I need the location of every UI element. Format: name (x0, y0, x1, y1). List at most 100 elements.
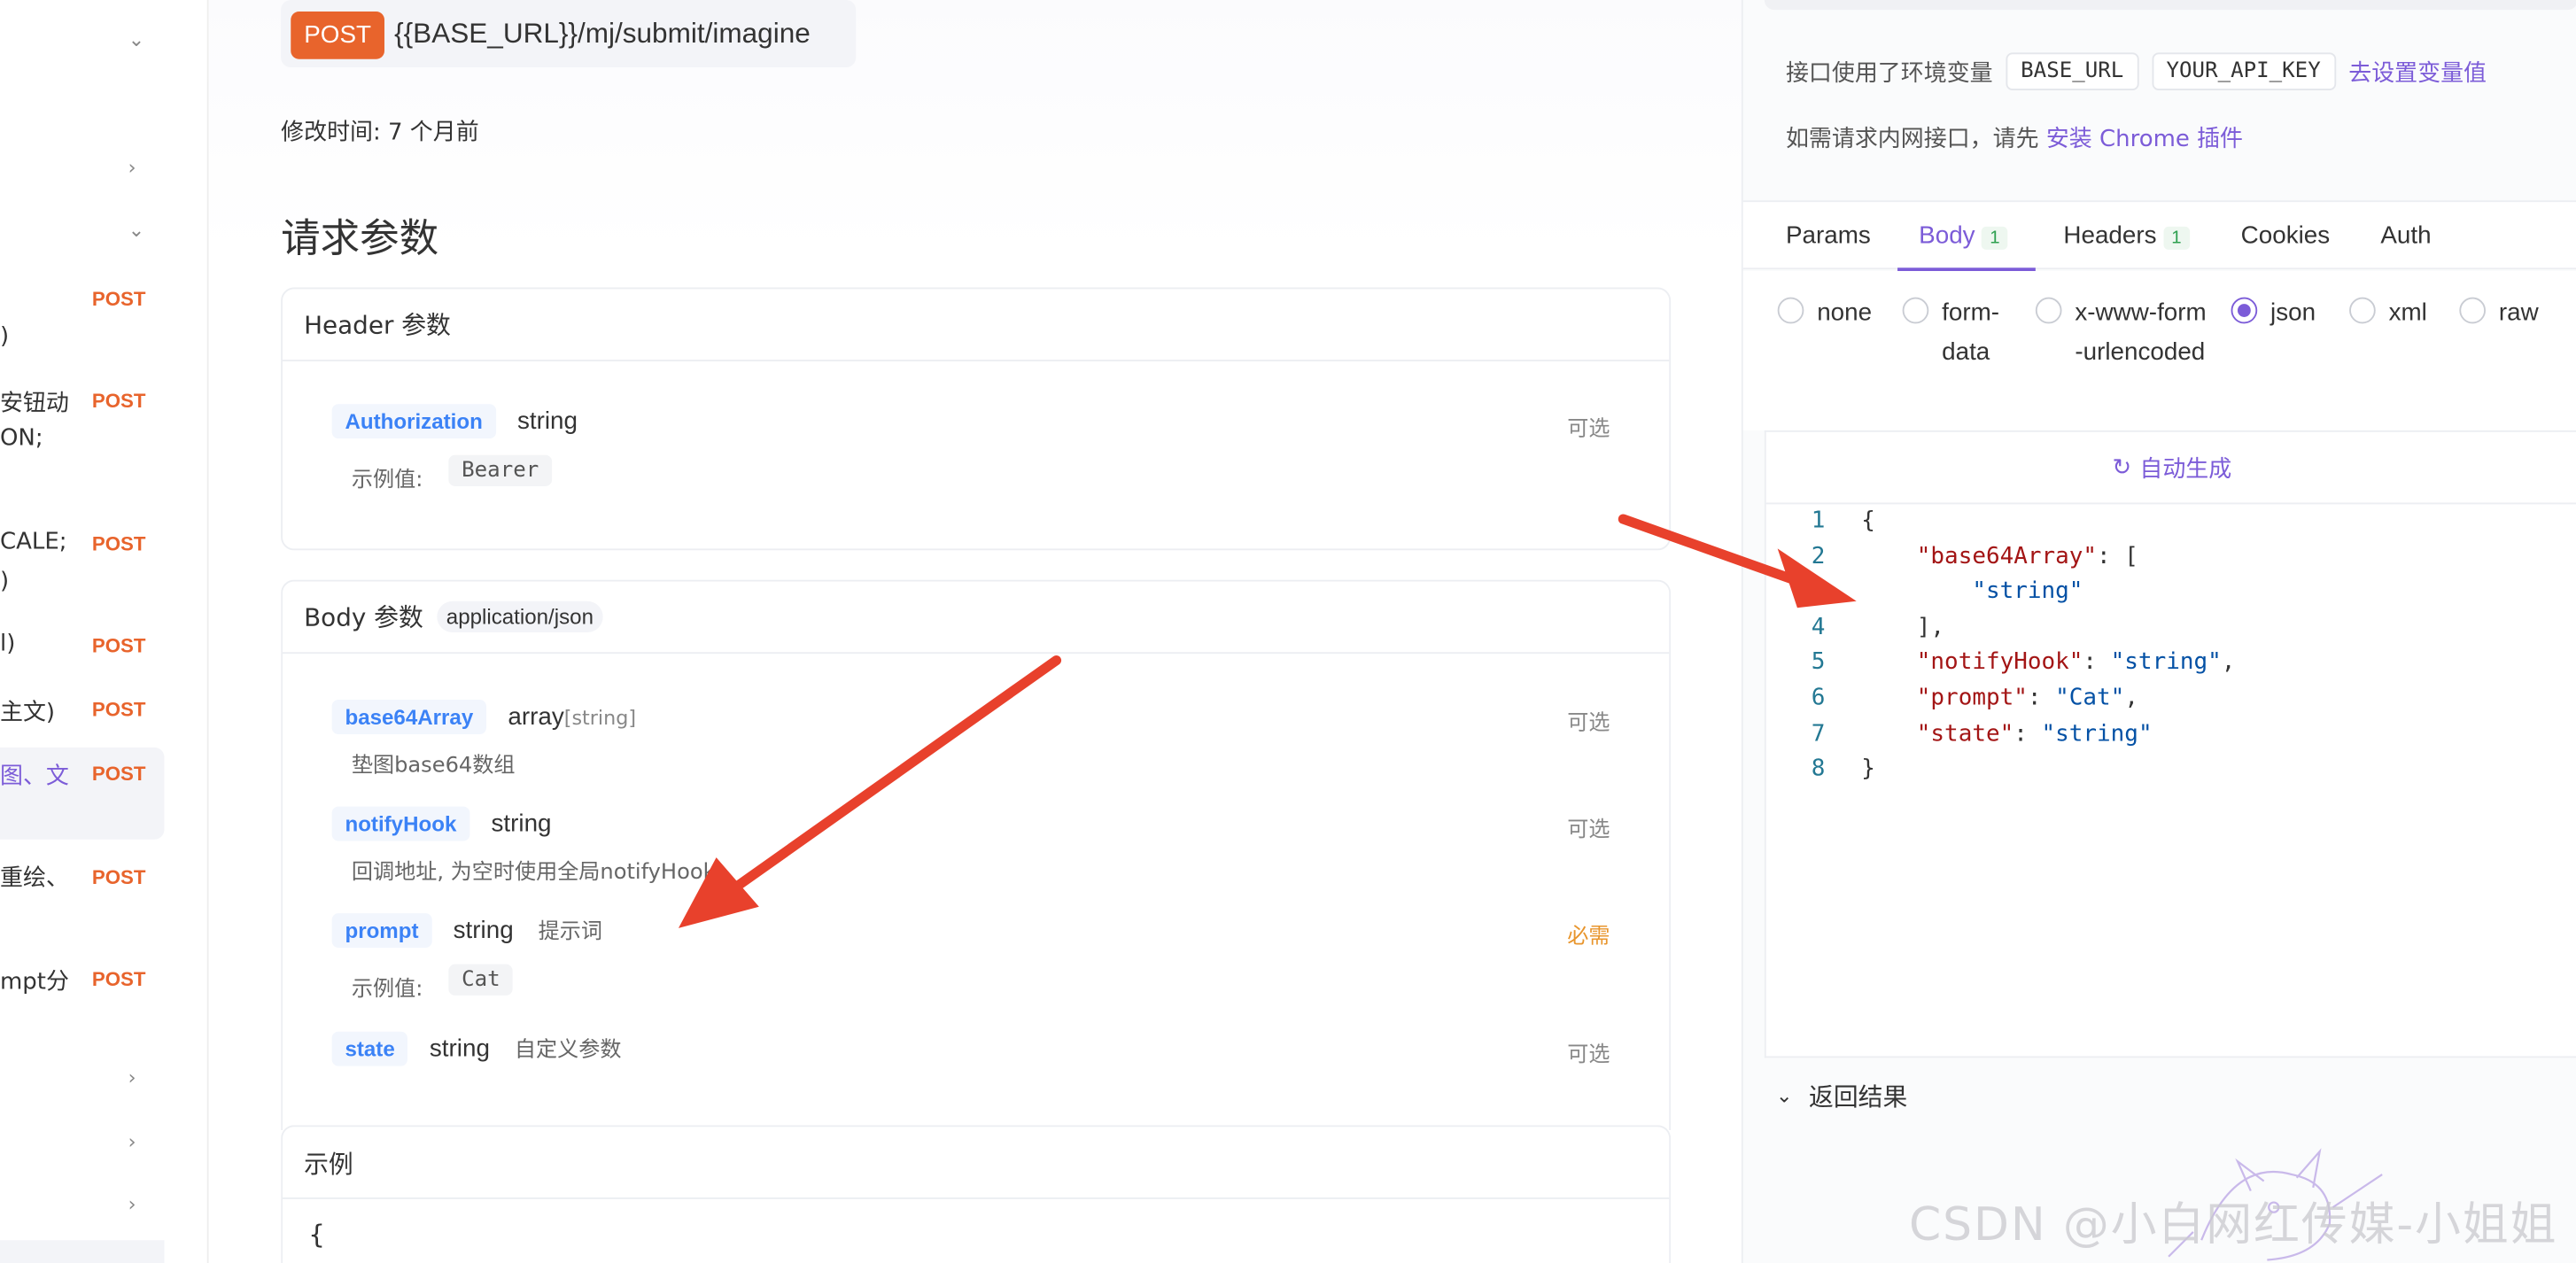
body-type-radios: none form-data x-www-form-urlencoded jso… (1742, 271, 2576, 430)
param-subtype: [string] (563, 706, 637, 730)
modified-label: 修改时间: (281, 120, 389, 147)
param-name: prompt (331, 913, 432, 949)
request-debug-panel: 接口使用了环境变量 BASE_URL YOUR_API_KEY 去设置变量值 如… (1741, 0, 2576, 1263)
intranet-hint: 如需请求内网接口，请先 安装 Chrome 插件 (1785, 126, 2244, 153)
line-number: 6 (1811, 685, 1826, 712)
install-plugin-link[interactable]: 安装 Chrome 插件 (2046, 127, 2243, 153)
tab-cookies[interactable]: Cookies (2241, 221, 2331, 250)
env-vars-line: 接口使用了环境变量 BASE_URL YOUR_API_KEY 去设置变量值 (1786, 52, 2487, 91)
radio-form-data[interactable]: form-data (1902, 294, 2014, 373)
param-type: string (491, 810, 552, 838)
chevron-right-icon[interactable]: › (128, 156, 136, 179)
sidebar-item-label[interactable]: l) (0, 631, 15, 657)
chevron-right-icon[interactable]: › (128, 1192, 136, 1215)
param-row: state string 自定义参数 (331, 1031, 622, 1066)
tab-headers[interactable]: Headers 1 (2063, 221, 2190, 250)
sidebar-item-label[interactable]: mpt分 (0, 965, 69, 997)
header-params-card: Header 参数 Authorization string 示例值: Bear… (281, 287, 1672, 551)
radio-json[interactable]: json (2231, 294, 2316, 334)
tab-params[interactable]: Params (1786, 221, 1871, 250)
param-name: notifyHook (331, 806, 470, 841)
sidebar-item-label-active[interactable]: 图、文 (0, 759, 69, 792)
code-text: "prompt": "Cat", (1916, 685, 2138, 712)
body-params-title: Body 参数 application/json (282, 582, 1670, 655)
sidebar-item-method: POST (91, 389, 146, 413)
line-number: 8 (1811, 755, 1826, 783)
sidebar-item-method: POST (91, 762, 146, 786)
param-name: Authorization (331, 404, 496, 439)
method-badge: POST (291, 11, 384, 59)
sidebar-bottom-item-bg (0, 1240, 165, 1263)
example-title: 示例 (282, 1127, 1670, 1199)
example-label: 示例值: (351, 468, 423, 493)
chevron-down-icon[interactable]: ⌄ (128, 28, 145, 51)
chevron-right-icon[interactable]: › (128, 1066, 136, 1089)
sidebar-item-method: POST (91, 865, 146, 889)
json-editor[interactable]: ↻ 自动生成 1 {2 "base64Array": [3 "string" 4 ]… (1764, 430, 2576, 1058)
sidebar-item-label[interactable]: ) (0, 323, 9, 350)
auto-generate-button[interactable]: ↻ 自动生成 (1765, 432, 2576, 505)
refresh-icon: ↻ (2112, 453, 2132, 481)
tab-count-badge: 1 (1982, 226, 2008, 250)
chevron-down-icon[interactable]: ⌄ (128, 219, 145, 242)
radio-circle[interactable] (1777, 297, 1804, 324)
radio-xml[interactable]: xml (2349, 294, 2427, 334)
response-label: 返回结果 (1809, 1081, 1908, 1112)
chevron-down-icon: ⌄ (1775, 1084, 1793, 1108)
sidebar-item-label[interactable]: ON; (0, 425, 43, 452)
radio-circle[interactable] (2349, 297, 2376, 324)
env-var-chip[interactable]: YOUR_API_KEY (2151, 52, 2336, 91)
example-value: Bearer (448, 454, 553, 486)
radio-circle[interactable] (2035, 297, 2062, 324)
sidebar-item-label[interactable]: ) (0, 569, 9, 595)
env-var-chip[interactable]: BASE_URL (2006, 52, 2138, 91)
param-note: 垫图base64数组 (351, 754, 516, 779)
code-text: } (1861, 755, 1875, 783)
example-label: 示例值: (351, 977, 423, 1003)
radio-urlencoded[interactable]: x-www-form-urlencoded (2035, 294, 2210, 373)
line-number: 5 (1811, 649, 1826, 676)
section-title: 请求参数 (281, 214, 439, 261)
example-value: Cat (448, 964, 514, 996)
sidebar-item-label[interactable]: 安钮动 (0, 386, 69, 419)
radio-circle[interactable] (1902, 297, 1929, 324)
param-optional: 可选 (1567, 417, 1610, 442)
param-required: 必需 (1567, 925, 1610, 949)
radio-raw[interactable]: raw (2459, 294, 2539, 334)
sidebar-item-label[interactable]: CALE; (0, 529, 67, 555)
set-env-link[interactable]: 去设置变量值 (2348, 55, 2487, 88)
sidebar-item-method: POST (91, 287, 146, 311)
param-type: string (453, 916, 514, 945)
param-name: base64Array (331, 700, 487, 735)
header-params-title: Header 参数 (282, 289, 1670, 362)
radio-circle-selected[interactable] (2231, 297, 2258, 324)
sidebar-item-method: POST (91, 698, 146, 722)
param-optional: 可选 (1567, 817, 1610, 843)
param-row: Authorization string (331, 404, 578, 439)
param-optional: 可选 (1567, 711, 1610, 736)
code-text: { (1861, 508, 1875, 534)
example-card: 示例 { (281, 1125, 1672, 1263)
tab-auth[interactable]: Auth (2380, 221, 2431, 250)
tab-body[interactable]: Body 1 (1919, 221, 2008, 250)
sidebar-item-method: POST (91, 633, 146, 657)
param-row: base64Array array[string] (331, 700, 637, 735)
line-number: 7 (1811, 720, 1826, 748)
param-optional: 可选 (1567, 1042, 1610, 1068)
sidebar-item-label[interactable]: 主文) (0, 694, 55, 727)
response-section-toggle[interactable]: ⌄ 返回结果 (1743, 1059, 2576, 1132)
radio-none[interactable]: none (1777, 294, 1872, 334)
code-text: ], (1861, 614, 1945, 640)
top-strip (1764, 0, 2576, 11)
content-type-badge: application/json (436, 601, 604, 633)
code-text: "base64Array": [ (1916, 543, 2138, 570)
request-tabs: Params Body 1 Headers 1 Cookies Auth (1742, 200, 2576, 272)
line-number: 1 (1811, 508, 1826, 534)
radio-circle[interactable] (2459, 297, 2487, 324)
code-text: "string" (1972, 578, 2083, 605)
sidebar-item-method: POST (91, 531, 146, 555)
line-number: 3 (1811, 578, 1826, 605)
body-params-card: Body 参数 application/json base64Array arr… (281, 579, 1672, 1130)
sidebar-item-label[interactable]: 重绘、 (0, 861, 69, 894)
chevron-right-icon[interactable]: › (128, 1130, 136, 1153)
